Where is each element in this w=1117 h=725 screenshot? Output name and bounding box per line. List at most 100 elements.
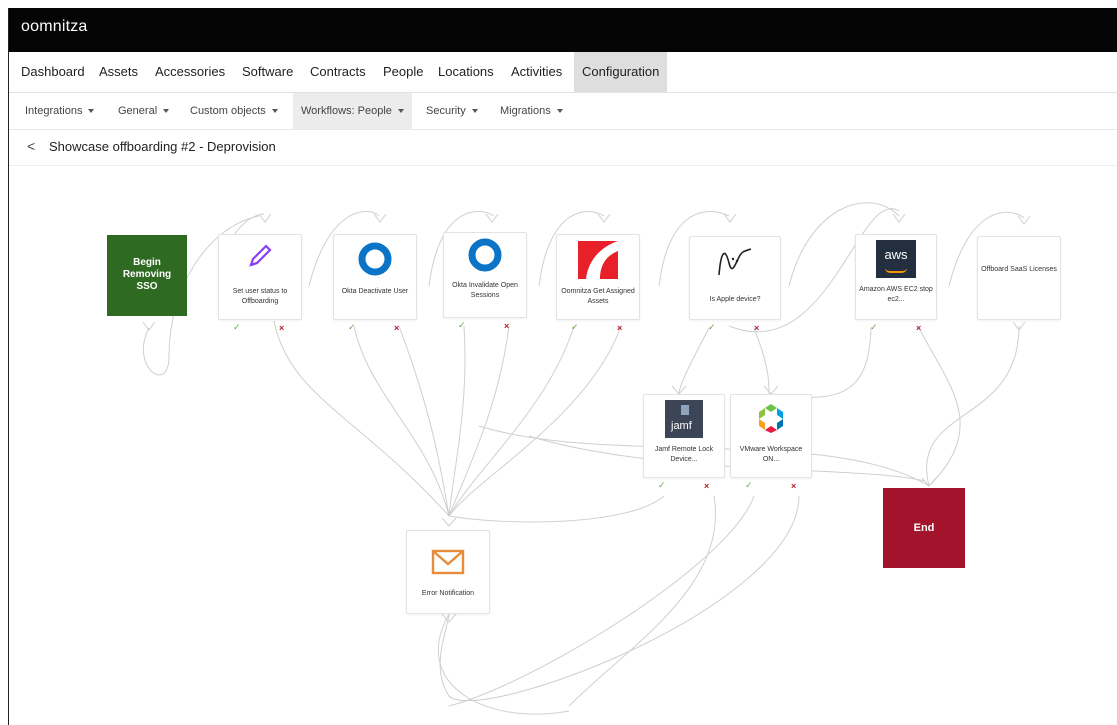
caret-down-icon [271,109,278,114]
okta-icon [358,242,392,276]
input-port [258,213,272,223]
block-label: Set user status to Offboarding [232,288,288,305]
success-icon[interactable]: ✓ [571,322,579,333]
connector [448,325,575,517]
failure-icon[interactable]: × [754,323,759,333]
input-port [723,213,737,223]
aws-logo-text: aws [884,247,908,262]
okta-icon [468,238,502,272]
start-block[interactable]: Begin Removing SSO [107,235,187,316]
subnav-security-label: Security [426,105,466,117]
connector [448,325,466,517]
input-port [373,213,387,223]
connector [568,495,716,707]
subnav-security[interactable]: Security [426,93,478,129]
subnav-general-label: General [118,105,158,117]
end-block[interactable]: End [883,488,965,568]
nav-assets[interactable]: Assets [99,52,138,92]
subnav-custom-objects[interactable]: Custom objects [190,93,278,129]
block-is-apple-device[interactable]: Is Apple device? ✓ × [689,236,781,333]
block-error-notification[interactable]: Error Notification [406,530,490,614]
caret-down-icon [397,109,404,114]
connector [353,325,450,517]
aws-logo-icon: aws [876,240,916,278]
failure-icon[interactable]: × [704,481,709,491]
input-port [892,213,906,223]
pencil-icon [249,244,272,267]
nav-dashboard[interactable]: Dashboard [21,52,85,92]
block-label: Offboard SaaS Licenses [981,266,1057,273]
back-chevron-icon[interactable]: < [27,138,35,154]
mail-icon [431,549,465,575]
connector [448,325,622,517]
block-okta-deactivate-user[interactable]: Okta Deactivate User ✓ × [333,234,417,333]
top-bar: oomnitza [9,8,1117,52]
block-label: Okta Invalidate Open Sessions [452,282,518,299]
subnav-migrations[interactable]: Migrations [500,93,563,129]
subnav-custom-objects-label: Custom objects [190,105,266,117]
jamf-logo-text: jamf [671,420,692,432]
input-port [441,517,457,527]
block-label: Okta Deactivate User [341,288,409,295]
success-icon[interactable]: ✓ [458,320,466,331]
caret-down-icon [556,109,563,114]
nav-configuration[interactable]: Configuration [574,52,668,92]
failure-icon[interactable]: × [916,323,921,333]
failure-icon[interactable]: × [791,481,796,491]
input-port [1017,215,1031,225]
connector [773,327,872,398]
block-label: Amazon AWS EC2 stop ec2... [859,286,933,303]
success-icon[interactable]: ✓ [658,480,666,491]
block-offboard-saas-licenses[interactable]: Offboard SaaS Licenses [977,236,1061,320]
success-icon[interactable]: ✓ [233,322,241,333]
end-block-label: End [913,522,935,534]
connector [448,495,665,523]
subnav-integrations[interactable]: Integrations [25,93,95,129]
block-aws-ec2-stop[interactable]: aws Amazon AWS EC2 stop ec2... ✓ × [855,234,937,333]
nav-software[interactable]: Software [242,52,293,92]
block-okta-invalidate-sessions[interactable]: Okta Invalidate Open Sessions ✓ × [443,232,527,331]
connector [439,495,800,702]
nav-contracts[interactable]: Contracts [310,52,366,92]
block-vmware-workspace-one[interactable]: VMware Workspace ON... ✓ × [730,394,812,491]
subnav-workflows-people-label: Workflows: People [301,105,392,117]
nav-locations[interactable]: Locations [438,52,494,92]
failure-icon[interactable]: × [617,323,622,333]
nav-activities[interactable]: Activities [511,52,562,92]
connector [398,325,450,517]
success-icon[interactable]: ✓ [870,322,878,333]
success-icon[interactable]: ✓ [348,322,356,333]
failure-icon[interactable]: × [394,323,399,333]
nav-accessories[interactable]: Accessories [155,52,225,92]
block-label: VMware Workspace ON... [739,446,803,463]
block-oomnitza-get-assets[interactable]: Oomnitza Get Assigned Assets ✓ × [556,234,640,333]
vmware-logo-icon [759,404,783,433]
failure-icon[interactable]: × [279,323,284,333]
failure-icon[interactable]: × [504,321,509,331]
block-label: Jamf Remote Lock Device... [654,446,714,463]
subnav-general[interactable]: General [118,93,170,129]
caret-down-icon [88,109,95,114]
connector [528,435,925,482]
app-window: oomnitza Dashboard Assets Accessories So… [8,8,1117,725]
connector [678,327,710,395]
condition-function-icon [718,248,752,276]
subnav-integrations-label: Integrations [25,105,83,117]
success-icon[interactable]: ✓ [708,322,716,333]
jamf-mark-icon [681,405,689,415]
success-icon[interactable]: ✓ [745,480,753,491]
connector [926,325,1020,487]
block-label: Error Notification [421,590,475,597]
workflow-canvas[interactable]: Begin Removing SSO Set user status to Of… [9,166,1117,725]
connector [437,613,570,715]
input-port [597,213,611,223]
nav-people[interactable]: People [383,52,423,92]
block-set-user-status[interactable]: Set user status to Offboarding ✓ × [218,234,302,333]
start-block-label: Begin Removing SSO [122,257,172,292]
page-title: Showcase offboarding #2 - Deprovision [49,139,276,154]
subnav-workflows-people[interactable]: Workflows: People [293,93,412,129]
connector [448,325,510,517]
input-port [763,385,779,395]
brand-logo[interactable]: oomnitza [21,18,88,36]
block-jamf-remote-lock[interactable]: jamf Jamf Remote Lock Device... ✓ × [643,394,725,491]
